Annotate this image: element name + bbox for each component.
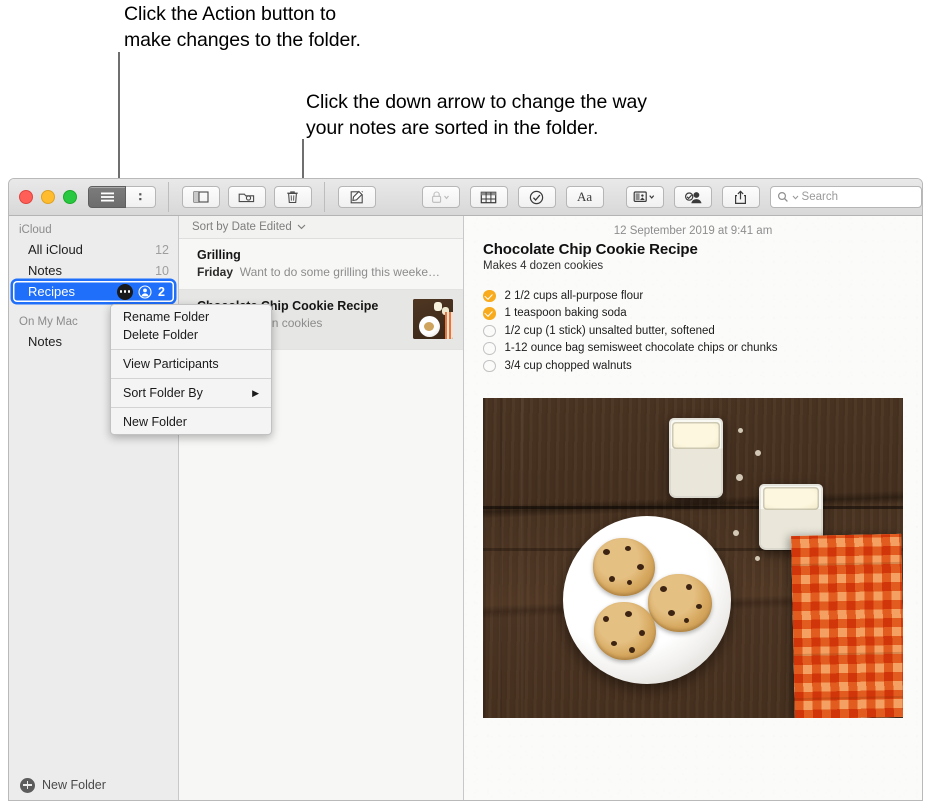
lock-note-button[interactable] (422, 186, 460, 208)
checkbox-unchecked-icon[interactable] (483, 360, 496, 373)
checklist-item[interactable]: 2 1/2 cups all-purpose flour (483, 287, 903, 305)
sidebar-item-recipes[interactable]: Recipes 2 (13, 281, 174, 302)
menu-item-label: Sort Folder By (123, 386, 203, 400)
close-button[interactable] (19, 190, 33, 204)
checklist-item[interactable]: 1-12 ounce bag semisweet chocolate chips… (483, 340, 903, 358)
search-chevron-down-icon (792, 194, 799, 201)
milk-drop (733, 530, 739, 536)
add-media-button[interactable] (626, 186, 664, 208)
note-content-pane: 12 September 2019 at 9:41 am Chocolate C… (464, 216, 922, 800)
list-view-button[interactable] (88, 186, 126, 208)
new-note-button[interactable] (338, 186, 376, 208)
checklist-item-label: 1/2 cup (1 stick) unsalted butter, softe… (505, 325, 715, 337)
note-date: Friday (197, 265, 233, 279)
note-checklist: 2 1/2 cups all-purpose flour 1 teaspoon … (483, 287, 903, 375)
format-text-label: Aa (577, 189, 592, 205)
gingham-napkin (791, 533, 903, 717)
menu-separator (111, 407, 271, 408)
note-body[interactable]: Chocolate Chip Cookie Recipe Makes 4 doz… (464, 237, 922, 375)
milk-drop (755, 556, 760, 561)
sort-control[interactable]: Sort by Date Edited (179, 216, 463, 239)
sidebar-item-all-icloud[interactable]: All iCloud 12 (9, 239, 178, 260)
folder-action-button[interactable] (117, 284, 133, 300)
new-folder-label: New Folder (42, 778, 106, 792)
format-text-button[interactable]: Aa (566, 186, 604, 208)
callout-action-button: Click the Action button to make changes … (124, 2, 361, 53)
add-checklist-button[interactable] (518, 186, 556, 208)
note-date-heading: 12 September 2019 at 9:41 am (464, 216, 922, 237)
sidebar-item-count: 2 (158, 285, 165, 299)
milk-glass (669, 418, 723, 498)
plus-circle-icon (20, 778, 35, 793)
search-input[interactable]: Search (770, 186, 922, 208)
note-heading: Chocolate Chip Cookie Recipe (483, 241, 903, 258)
chevron-down-icon[interactable] (297, 224, 306, 230)
milk-drop (755, 450, 761, 456)
gallery-view-button[interactable] (126, 186, 156, 208)
sidebar-item-count: 10 (155, 264, 169, 278)
sidebar-item-label: Notes (28, 263, 155, 278)
checkbox-checked-icon[interactable] (483, 307, 496, 320)
search-placeholder: Search (802, 191, 838, 203)
toolbar-divider-1 (168, 182, 169, 212)
milk-drop (736, 474, 743, 481)
checklist-item-label: 1 teaspoon baking soda (505, 307, 627, 319)
menu-item-rename-folder[interactable]: Rename Folder (111, 308, 271, 326)
checklist-item[interactable]: 3/4 cup chopped walnuts (483, 357, 903, 375)
note-subheading: Makes 4 dozen cookies (483, 260, 903, 272)
sidebar-item-label: All iCloud (28, 242, 155, 257)
checkbox-unchecked-icon[interactable] (483, 342, 496, 355)
add-table-button[interactable] (470, 186, 508, 208)
checkbox-unchecked-icon[interactable] (483, 325, 496, 338)
move-to-folder-button[interactable] (228, 186, 266, 208)
notes-window: Aa Search iCloud All iCloud 12 Notes (8, 178, 923, 801)
cookie (593, 538, 655, 596)
folder-context-menu[interactable]: Rename Folder Delete Folder View Partici… (110, 304, 272, 435)
checklist-item-label: 3/4 cup chopped walnuts (505, 360, 632, 372)
menu-item-view-participants[interactable]: View Participants (111, 355, 271, 373)
cookie (594, 602, 656, 660)
checklist-item-label: 1-12 ounce bag semisweet chocolate chips… (505, 342, 778, 354)
toolbar-divider-2 (324, 182, 325, 212)
sidebar-item-notes-icloud[interactable]: Notes 10 (9, 260, 178, 281)
share-button[interactable] (722, 186, 760, 208)
shared-folder-person-icon (138, 285, 152, 299)
checklist-item-label: 2 1/2 cups all-purpose flour (505, 290, 644, 302)
sort-label: Sort by Date Edited (192, 221, 292, 233)
new-folder-button[interactable]: New Folder (9, 770, 178, 800)
callout-sort-arrow: Click the down arrow to change the way y… (306, 90, 647, 141)
traffic-lights (19, 190, 77, 204)
note-preview: Friday Want to do some grilling this wee… (197, 265, 453, 279)
zoom-button[interactable] (63, 190, 77, 204)
sidebar-toggle-button[interactable] (182, 186, 220, 208)
note-title: Grilling (197, 248, 453, 262)
checkbox-checked-icon[interactable] (483, 290, 496, 303)
sidebar-item-count: 12 (155, 243, 169, 257)
menu-separator (111, 378, 271, 379)
checklist-item[interactable]: 1/2 cup (1 stick) unsalted butter, softe… (483, 322, 903, 340)
note-thumbnail (413, 299, 453, 339)
wood-seam (483, 506, 903, 509)
submenu-arrow-icon: ▶ (252, 388, 259, 399)
menu-item-new-folder[interactable]: New Folder (111, 413, 271, 431)
note-photo[interactable] (483, 398, 903, 718)
menu-separator (111, 349, 271, 350)
sidebar-item-label: Recipes (28, 284, 117, 299)
view-mode-group (88, 186, 156, 208)
window-toolbar: Aa Search (9, 179, 922, 216)
note-list-item-grilling[interactable]: Grilling Friday Want to do some grilling… (179, 239, 463, 290)
delete-note-button[interactable] (274, 186, 312, 208)
cookie (648, 574, 712, 632)
search-icon (777, 191, 789, 203)
minimize-button[interactable] (41, 190, 55, 204)
add-people-button[interactable] (674, 186, 712, 208)
menu-item-sort-folder-by[interactable]: Sort Folder By ▶ (111, 384, 271, 402)
milk-drop (738, 428, 743, 433)
sidebar-section-icloud-header: iCloud (9, 216, 178, 239)
checklist-item[interactable]: 1 teaspoon baking soda (483, 305, 903, 323)
menu-item-delete-folder[interactable]: Delete Folder (111, 326, 271, 344)
